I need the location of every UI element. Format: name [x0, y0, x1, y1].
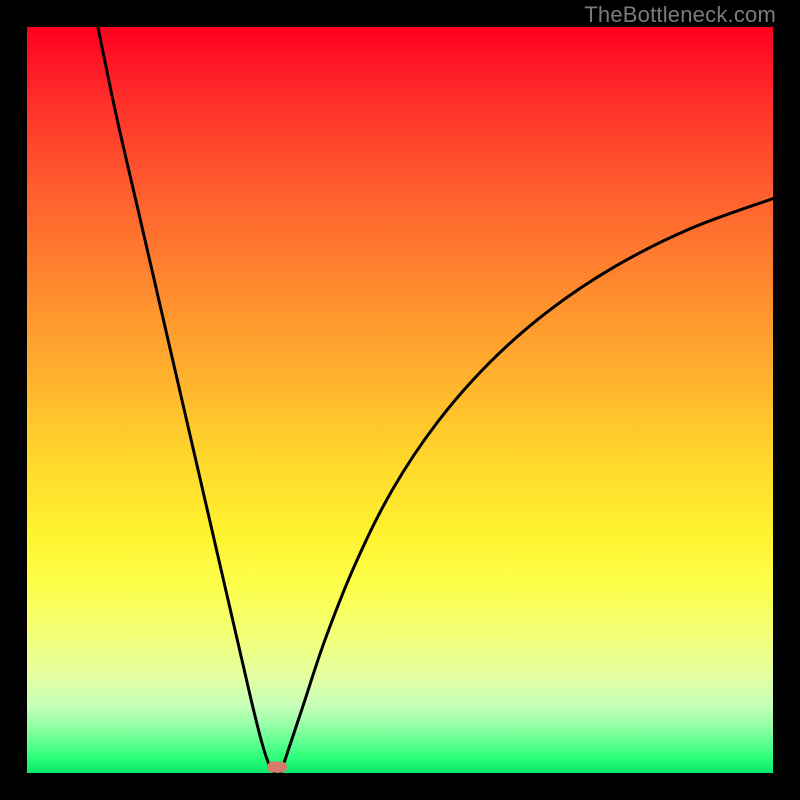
- watermark-text: TheBottleneck.com: [584, 2, 776, 28]
- curve-right-branch: [281, 199, 773, 773]
- minimum-marker: [267, 762, 287, 773]
- curve-left-branch: [98, 27, 275, 773]
- curve-svg: [27, 27, 773, 773]
- chart-frame: TheBottleneck.com: [0, 0, 800, 800]
- plot-area: [27, 27, 773, 773]
